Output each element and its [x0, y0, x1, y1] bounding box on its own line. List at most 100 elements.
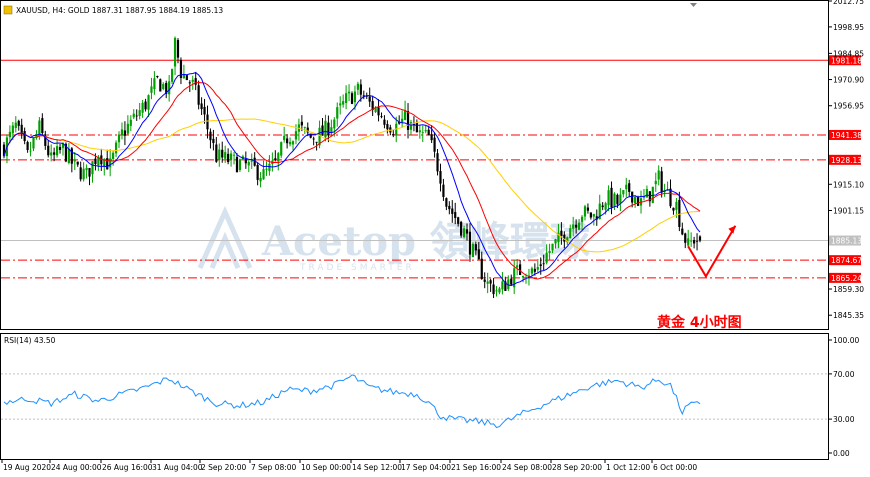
candle-body	[235, 156, 239, 173]
candle-body	[486, 281, 489, 284]
watermark-brand: Acetop 領峰環球	[261, 218, 591, 265]
candle-body	[377, 107, 380, 116]
candle-body	[265, 168, 268, 170]
candle-body	[47, 145, 50, 156]
candle-body	[583, 206, 587, 217]
candle-body	[286, 138, 289, 144]
candle-body	[471, 243, 475, 257]
candle-body	[654, 180, 657, 185]
candle-body	[70, 148, 73, 164]
candle-body	[244, 159, 247, 164]
candle-body	[460, 221, 463, 236]
candle-body	[135, 115, 138, 117]
candle-body	[498, 288, 501, 293]
candle-body	[610, 187, 613, 208]
candle-body	[601, 205, 604, 208]
candle-body	[669, 188, 672, 207]
candle-body	[333, 119, 336, 129]
candle-body	[684, 233, 687, 243]
candle-body	[619, 194, 622, 204]
candle-body	[173, 37, 177, 67]
candle-body	[162, 83, 165, 89]
level-tag-label: 1941.38	[831, 131, 862, 140]
candle-body	[516, 265, 519, 268]
candle-body	[551, 243, 554, 251]
candle-body	[232, 154, 236, 156]
candle-body	[283, 135, 286, 141]
candle-body	[468, 231, 472, 255]
candle-body	[288, 141, 292, 145]
candle-body	[171, 69, 174, 82]
candle-body	[206, 114, 209, 130]
candle-body	[20, 124, 23, 134]
x-tick-label: 26 Aug 16:00	[102, 463, 153, 472]
chart-annotation: 黄金 4小时图	[657, 314, 742, 331]
candle-body	[492, 284, 495, 295]
candle-body	[477, 249, 480, 260]
x-axis: 19 Aug 2020 24 Aug 00:00 26 Aug 16:00 31 Au…	[1, 459, 697, 472]
candle-body	[530, 268, 533, 274]
y-tick-label: 1956.95	[833, 102, 864, 111]
candle-body	[14, 122, 17, 129]
candle-body	[462, 228, 466, 238]
candle-body	[41, 118, 44, 134]
candle-body	[321, 125, 324, 136]
candle-body	[50, 152, 53, 156]
candle-body	[457, 217, 460, 224]
candle-body	[159, 79, 162, 92]
candle-body	[569, 228, 572, 239]
candle-body	[327, 122, 330, 136]
candle-body	[465, 229, 469, 234]
candle-body	[126, 123, 129, 134]
candle-body	[572, 224, 575, 229]
candle-body	[681, 228, 684, 235]
candle-body	[675, 201, 678, 210]
candle-body	[229, 153, 233, 161]
candle-body	[294, 131, 298, 140]
candle-body	[589, 212, 592, 218]
watermark-tagline: TRADE SMARTER	[299, 263, 415, 273]
candle-body	[280, 142, 283, 156]
candle-body	[406, 111, 410, 130]
candle-body	[197, 85, 200, 105]
y-tick-label: 1984.85	[833, 49, 864, 58]
candle-body	[604, 203, 607, 210]
x-tick-label: 10 Sep 00:00	[301, 463, 351, 472]
candle-body	[209, 131, 212, 141]
candle-body	[660, 171, 663, 193]
candle-body	[448, 205, 451, 210]
candle-body	[168, 81, 171, 95]
candle-body	[510, 278, 513, 285]
candle-body	[141, 102, 144, 113]
x-tick-label: 6 Oct 00:00	[653, 463, 697, 472]
candle-body	[427, 129, 430, 136]
candle-body	[483, 279, 486, 282]
candle-body	[227, 153, 230, 163]
candle-body	[542, 263, 545, 265]
candle-body	[545, 252, 548, 263]
candle-body	[383, 119, 386, 125]
candle-body	[215, 144, 218, 162]
candle-body	[303, 127, 306, 128]
candle-body	[88, 167, 91, 177]
candle-body	[339, 103, 342, 106]
price-chart[interactable]: Acetop 領峰環球 TRADE SMARTER 1981.181941.38…	[0, 0, 870, 477]
header-icon	[3, 5, 13, 15]
candle-body	[203, 106, 206, 115]
candle-body	[114, 142, 118, 154]
candle-body	[625, 184, 628, 190]
header-symbol: XAUUSD, H4: GOLD 1887.31 1887.95 1884.19…	[16, 6, 223, 15]
candle-body	[156, 76, 159, 78]
x-tick-label: 7 Sep 08:00	[251, 463, 297, 472]
rsi-tick-label: 70.00	[833, 370, 855, 379]
candle-body	[309, 134, 312, 138]
candle-body	[123, 130, 127, 136]
candle-body	[368, 96, 371, 102]
candle-body	[120, 129, 124, 136]
candle-body	[628, 183, 631, 192]
candle-body	[238, 160, 242, 171]
y-tick-label: 1845.35	[833, 311, 864, 320]
candle-body	[221, 149, 224, 158]
candle-body	[106, 158, 109, 170]
candle-body	[480, 258, 483, 279]
